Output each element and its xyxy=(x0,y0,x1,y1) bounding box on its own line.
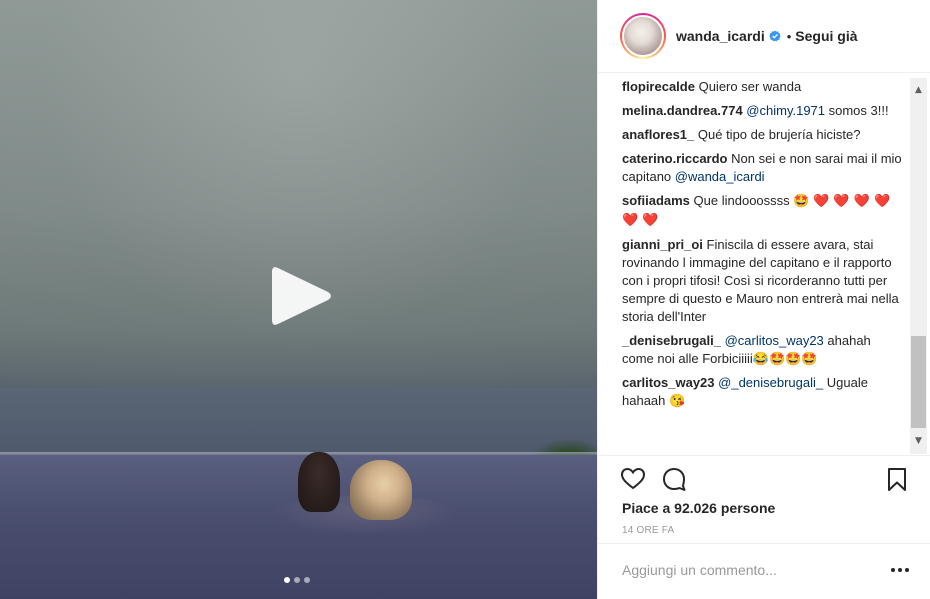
comment-bubble-icon[interactable] xyxy=(661,466,687,492)
bookmark-icon[interactable] xyxy=(884,466,910,492)
comment-item: caterino.riccardo Non sei e non sarai ma… xyxy=(622,150,902,186)
mention-link[interactable]: @wanda_icardi xyxy=(675,169,765,184)
scroll-up-arrow-icon[interactable]: ▲ xyxy=(910,82,927,99)
likes-count[interactable]: Piace a 92.026 persone xyxy=(622,500,775,516)
play-icon[interactable] xyxy=(268,262,334,330)
comment-item: melina.dandrea.774 @chimy.1971 somos 3!!… xyxy=(622,102,902,120)
avatar[interactable] xyxy=(620,13,666,59)
mention-link[interactable]: @_denisebrugali_ xyxy=(718,375,823,390)
comment-item: _denisebrugali_ @carlitos_way23 ahahah c… xyxy=(622,332,902,368)
comment-item: carlitos_way23 @_denisebrugali_ Uguale h… xyxy=(622,374,902,410)
comment-item: gianni_pri_oi Finiscila di essere avara,… xyxy=(622,236,902,326)
comment-author-link[interactable]: _denisebrugali_ xyxy=(622,333,721,348)
comment-author-link[interactable]: gianni_pri_oi xyxy=(622,237,703,252)
comment-author-link[interactable]: caterino.riccardo xyxy=(622,151,728,166)
avatar-image xyxy=(622,15,664,57)
verified-badge-icon xyxy=(769,30,781,42)
username-link[interactable]: wanda_icardi xyxy=(676,28,765,44)
post-timestamp[interactable]: 14 ORE FA xyxy=(622,525,674,536)
comment-item: sofiiadams Que lindooossss 🤩 ❤️ ❤️ ❤️ ❤️… xyxy=(622,192,902,230)
comment-text: somos 3!!! xyxy=(825,103,889,118)
more-options-icon[interactable] xyxy=(891,568,909,572)
carousel-dot xyxy=(294,577,300,583)
comments-list[interactable]: flopirecalde Quiero ser wanda melina.dand… xyxy=(598,74,908,454)
post-header: wanda_icardi • Segui già xyxy=(598,0,930,73)
action-bar xyxy=(598,455,930,499)
comment-item: flopirecalde Quiero ser wanda xyxy=(622,78,902,96)
comment-author-link[interactable]: anaflores1_ xyxy=(622,127,694,142)
comment-text: Quiero ser wanda xyxy=(698,79,802,94)
separator-bullet: • xyxy=(786,28,792,44)
add-comment-section xyxy=(598,543,930,599)
sky-haze xyxy=(0,0,597,390)
comment-author-link[interactable]: carlitos_way23 xyxy=(622,375,715,390)
sea-horizon xyxy=(0,388,597,458)
comment-author-link[interactable]: melina.dandrea.774 xyxy=(622,103,743,118)
comments-scrollbar[interactable]: ▲ ▼ xyxy=(910,78,927,454)
comment-author-link[interactable]: flopirecalde xyxy=(622,79,695,94)
mention-link[interactable]: @chimy.1971 xyxy=(746,103,825,118)
mention-link[interactable]: @carlitos_way23 xyxy=(725,333,824,348)
comment-item: anaflores1_ Qué tipo de brujería hiciste… xyxy=(622,126,902,144)
person-man xyxy=(298,452,340,512)
post-media[interactable] xyxy=(0,0,597,599)
comment-input[interactable] xyxy=(622,562,882,578)
carousel-dot xyxy=(304,577,310,583)
scrollbar-thumb[interactable] xyxy=(911,336,926,428)
comment-text: Que lindooossss 🤩 xyxy=(693,193,814,208)
comment-text: Qué tipo de brujería hiciste? xyxy=(697,127,861,142)
heart-outline-icon[interactable] xyxy=(620,466,646,492)
post-sidebar: wanda_icardi • Segui già flopirecalde Qu… xyxy=(597,0,930,599)
person-woman xyxy=(350,460,412,520)
follow-button[interactable]: Segui già xyxy=(795,28,857,44)
carousel-dot xyxy=(284,577,290,583)
carousel-indicator xyxy=(284,577,310,583)
comment-author-link[interactable]: sofiiadams xyxy=(622,193,690,208)
scroll-down-arrow-icon[interactable]: ▼ xyxy=(910,433,927,450)
